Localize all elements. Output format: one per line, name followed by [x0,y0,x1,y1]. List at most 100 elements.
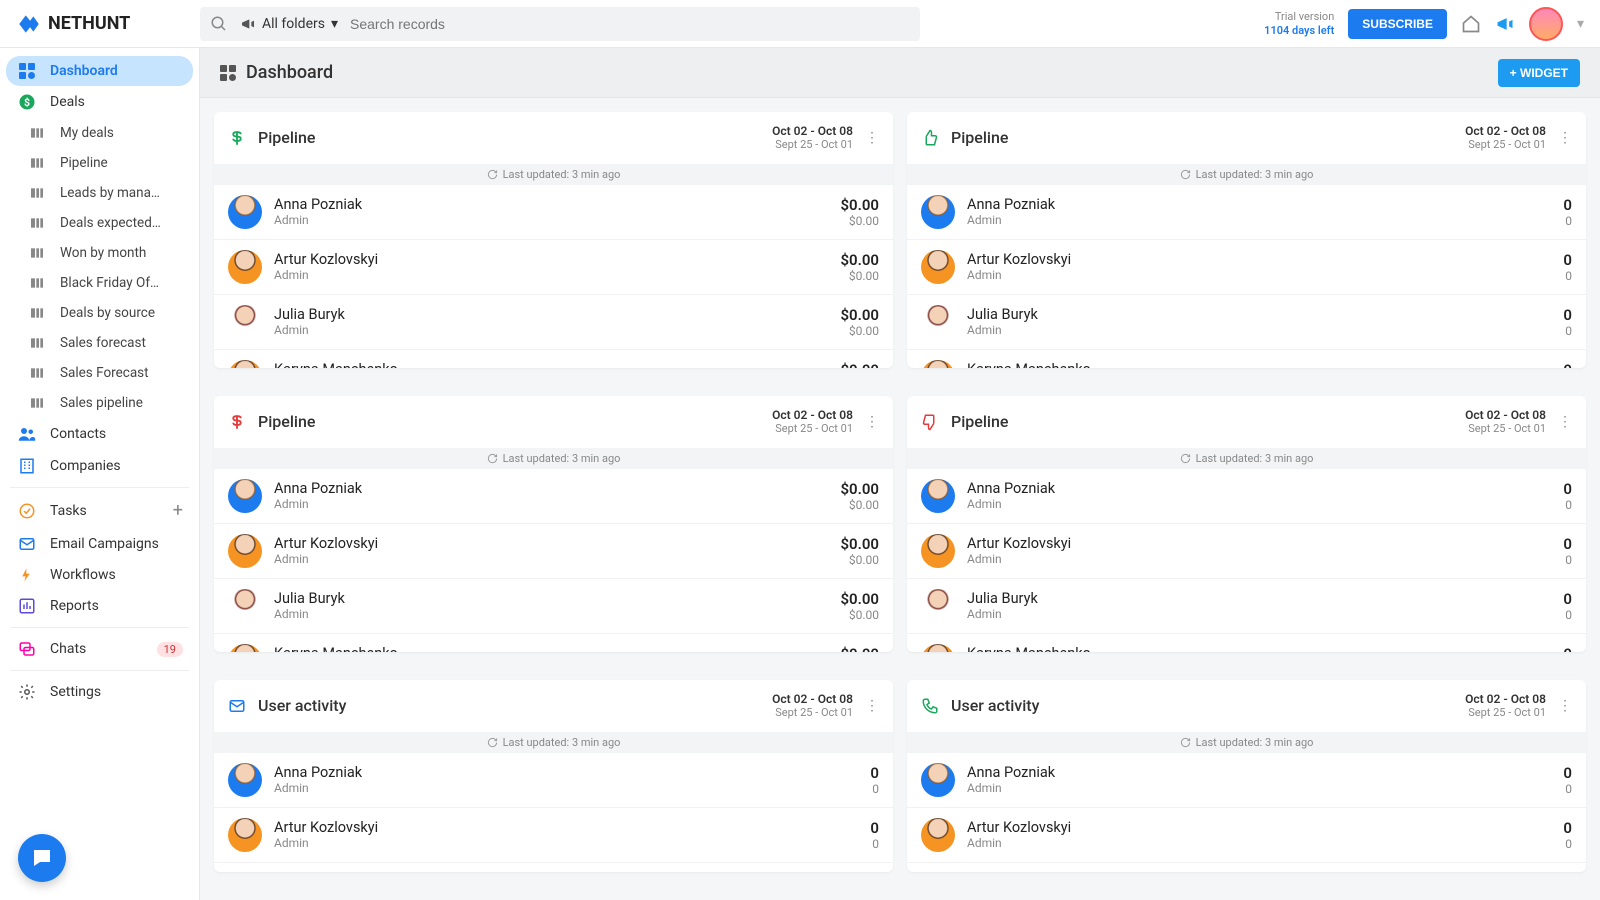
person-name: Karyna Manchenko [967,361,1091,368]
trial-line2: 1104 days left [1264,24,1334,37]
person-role: Admin [274,213,362,227]
search-input[interactable] [350,16,910,32]
widget-row[interactable]: Karyna ManchenkoAdmin$0.00$0.00 [214,634,893,652]
sidebar-item-reports[interactable]: Reports [6,590,193,622]
sidebar-item-deals-sub[interactable]: Sales pipeline [6,388,193,418]
refresh-icon [1180,737,1191,748]
sidebar-item-label: Tasks [50,503,87,519]
nav-divider [10,627,189,628]
row-value-primary: $0.00 [840,196,879,214]
person-role: Admin [274,836,378,850]
widget-body: Anna PozniakAdmin00Artur KozlovskyiAdmin… [907,185,1586,368]
thumbs-down-icon [921,413,941,431]
widget-row[interactable]: Anna PozniakAdmin00 [907,185,1586,240]
sidebar-item-deals-sub[interactable]: Leads by mana… [6,178,193,208]
person-name: Artur Kozlovskyi [274,535,378,552]
topbar-right: Trial version 1104 days left SUBSCRIBE ▾ [1264,7,1584,41]
add-widget-button[interactable]: + WIDGET [1498,59,1580,87]
person-role: Admin [274,781,362,795]
widget-row[interactable]: Anna PozniakAdmin$0.00$0.00 [214,185,893,240]
person-role: Admin [967,836,1071,850]
plus-icon[interactable]: + [173,500,183,521]
folder-view-icon [26,215,48,231]
widget-row[interactable]: Karyna ManchenkoAdmin00 [907,350,1586,368]
widget-row[interactable]: Artur KozlovskyiAdmin00 [907,808,1586,863]
sidebar-item-email-campaigns[interactable]: Email Campaigns [6,528,193,560]
sidebar-item-tasks[interactable]: Tasks + [6,493,193,528]
row-value-secondary: 0 [1563,837,1572,851]
sidebar-item-deals-sub[interactable]: Sales Forecast [6,358,193,388]
widget-header: User activityOct 02 - Oct 08Sept 25 - Oc… [214,680,893,732]
subscribe-button[interactable]: SUBSCRIBE [1348,9,1447,39]
widget-dates: Oct 02 - Oct 08Sept 25 - Oct 01 [772,408,853,436]
widget-row[interactable]: Anna PozniakAdmin$0.00$0.00 [214,469,893,524]
more-icon[interactable]: ⋮ [1558,130,1572,146]
widget-header: User activityOct 02 - Oct 08Sept 25 - Oc… [907,680,1586,732]
person-name: Karyna Manchenko [274,361,398,368]
more-icon[interactable]: ⋮ [865,698,879,714]
sidebar-item-deals-sub[interactable]: Pipeline [6,148,193,178]
brand-logo[interactable]: NETHUNT [16,11,200,37]
row-value-primary: $0.00 [840,361,879,368]
sidebar-item-workflows[interactable]: Workflows [6,560,193,590]
user-avatar[interactable] [1529,7,1563,41]
more-icon[interactable]: ⋮ [1558,414,1572,430]
sidebar-item-deals-sub[interactable]: Won by month [6,238,193,268]
person-name: Artur Kozlovskyi [274,819,378,836]
widget-row[interactable]: Julia BurykAdmin00 [907,579,1586,634]
more-icon[interactable]: ⋮ [1558,698,1572,714]
widget-row[interactable]: Julia BurykAdmin$0.00$0.00 [214,579,893,634]
row-value-primary: 0 [1563,535,1572,553]
avatar [921,305,955,339]
sidebar-item-chats[interactable]: Chats 19 [6,633,193,665]
folder-view-icon [26,335,48,351]
widget-updated: Last updated: 3 min ago [214,164,893,185]
more-icon[interactable]: ⋮ [865,130,879,146]
sidebar-item-contacts[interactable]: Contacts [6,418,193,450]
person-role: Admin [274,268,378,282]
home-icon[interactable] [1461,14,1481,34]
folders-label: All folders [262,16,325,32]
dollar-icon [228,129,248,147]
sidebar-item-deals-sub[interactable]: Deals expected… [6,208,193,238]
widget-row[interactable]: Artur KozlovskyiAdmin00 [907,524,1586,579]
widget-row[interactable]: Julia BurykAdmin00 [907,295,1586,350]
avatar [228,360,262,368]
user-menu-caret-icon[interactable]: ▾ [1577,16,1584,32]
widget-row[interactable]: Artur KozlovskyiAdmin$0.00$0.00 [214,524,893,579]
row-value-secondary: $0.00 [840,324,879,338]
sidebar-item-deals-sub[interactable]: Deals by source [6,298,193,328]
search-icon[interactable] [210,15,228,33]
folders-dropdown[interactable]: All folders ▾ [240,16,338,32]
announce-icon[interactable] [1495,14,1515,34]
sidebar-item-label: Leads by mana… [60,185,160,201]
sidebar-item-deals[interactable]: $ Deals [6,86,193,118]
widget-row[interactable]: Anna PozniakAdmin00 [214,753,893,808]
person-name: Anna Pozniak [274,764,362,781]
sidebar-item-deals-sub[interactable]: Black Friday Of… [6,268,193,298]
widget-row[interactable]: Artur KozlovskyiAdmin$0.00$0.00 [214,240,893,295]
row-value-primary: $0.00 [840,251,879,269]
sidebar-item-deals-sub[interactable]: My deals [6,118,193,148]
sidebar-item-companies[interactable]: Companies [6,450,193,482]
widget-row[interactable]: Artur KozlovskyiAdmin00 [214,808,893,863]
dashboard-icon [220,65,236,81]
widget-row[interactable]: Karyna ManchenkoAdmin$0.00$0.00 [214,350,893,368]
widget-row[interactable]: Julia BurykAdmin$0.00$0.00 [214,295,893,350]
chat-fab[interactable] [18,834,66,882]
widget-row[interactable]: Karyna ManchenkoAdmin00 [907,634,1586,652]
person-role: Admin [274,607,345,621]
sidebar-item-settings[interactable]: Settings [6,676,193,708]
row-value-primary: $0.00 [840,535,879,553]
sidebar-item-deals-sub[interactable]: Sales forecast [6,328,193,358]
sidebar-item-dashboard[interactable]: Dashboard [6,56,193,86]
row-value-primary: $0.00 [840,645,879,652]
row-value-secondary: $0.00 [840,608,879,622]
widget-row[interactable]: Anna PozniakAdmin00 [907,469,1586,524]
more-icon[interactable]: ⋮ [865,414,879,430]
row-value-secondary: 0 [1563,324,1572,338]
widget-row[interactable]: Artur KozlovskyiAdmin00 [907,240,1586,295]
widgets-grid: PipelineOct 02 - Oct 08Sept 25 - Oct 01⋮… [200,98,1600,900]
widget-row[interactable]: Anna PozniakAdmin00 [907,753,1586,808]
person-name: Julia Buryk [274,590,345,607]
